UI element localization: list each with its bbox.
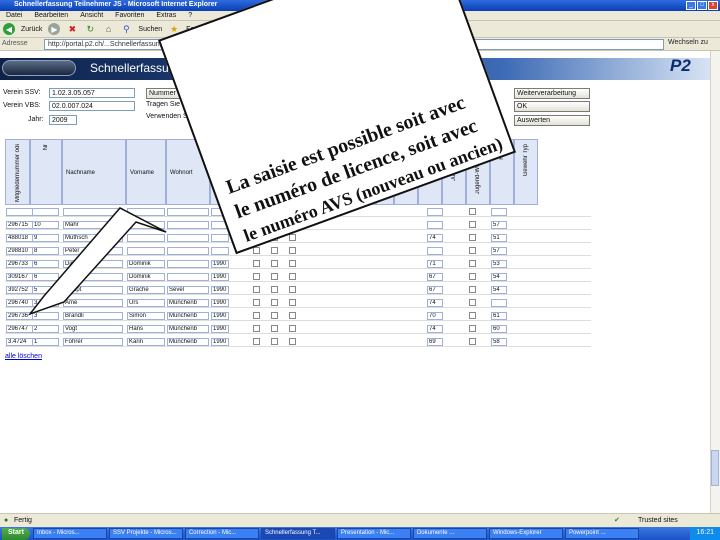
trusted-zone-icon: ✔ — [614, 517, 620, 524]
taskbar-item[interactable]: Correction - Mic... — [184, 528, 259, 539]
taskbar-item[interactable]: Powerpoint ... — [564, 528, 639, 539]
taskbar-item[interactable]: Windows-Explorer — [488, 528, 563, 539]
taskbar-item[interactable]: Schnellerfassung T... — [260, 528, 335, 539]
vertical-scrollbar[interactable] — [710, 51, 720, 513]
status-text: Fertig — [14, 517, 32, 524]
taskbar-item[interactable]: Presentation - Mic... — [336, 528, 411, 539]
security-zone: Trusted sites — [638, 517, 678, 524]
taskbar: Start Inbox - Micros... SSV Projekte - Mi… — [0, 527, 720, 540]
taskbar-item[interactable]: SSV Projekte - Micros... — [108, 528, 183, 539]
callout-arrow — [27, 207, 167, 316]
system-clock: 16:21 — [690, 527, 720, 540]
taskbar-item[interactable]: Dokumente ... — [412, 528, 487, 539]
page-done-icon: ● — [4, 517, 9, 524]
start-button[interactable]: Start — [2, 527, 30, 540]
taskbar-item[interactable]: Inbox - Micros... — [32, 528, 107, 539]
status-bar: ● Fertig ✔ Trusted sites — [0, 513, 720, 527]
scrollbar-thumb[interactable] — [711, 450, 719, 486]
